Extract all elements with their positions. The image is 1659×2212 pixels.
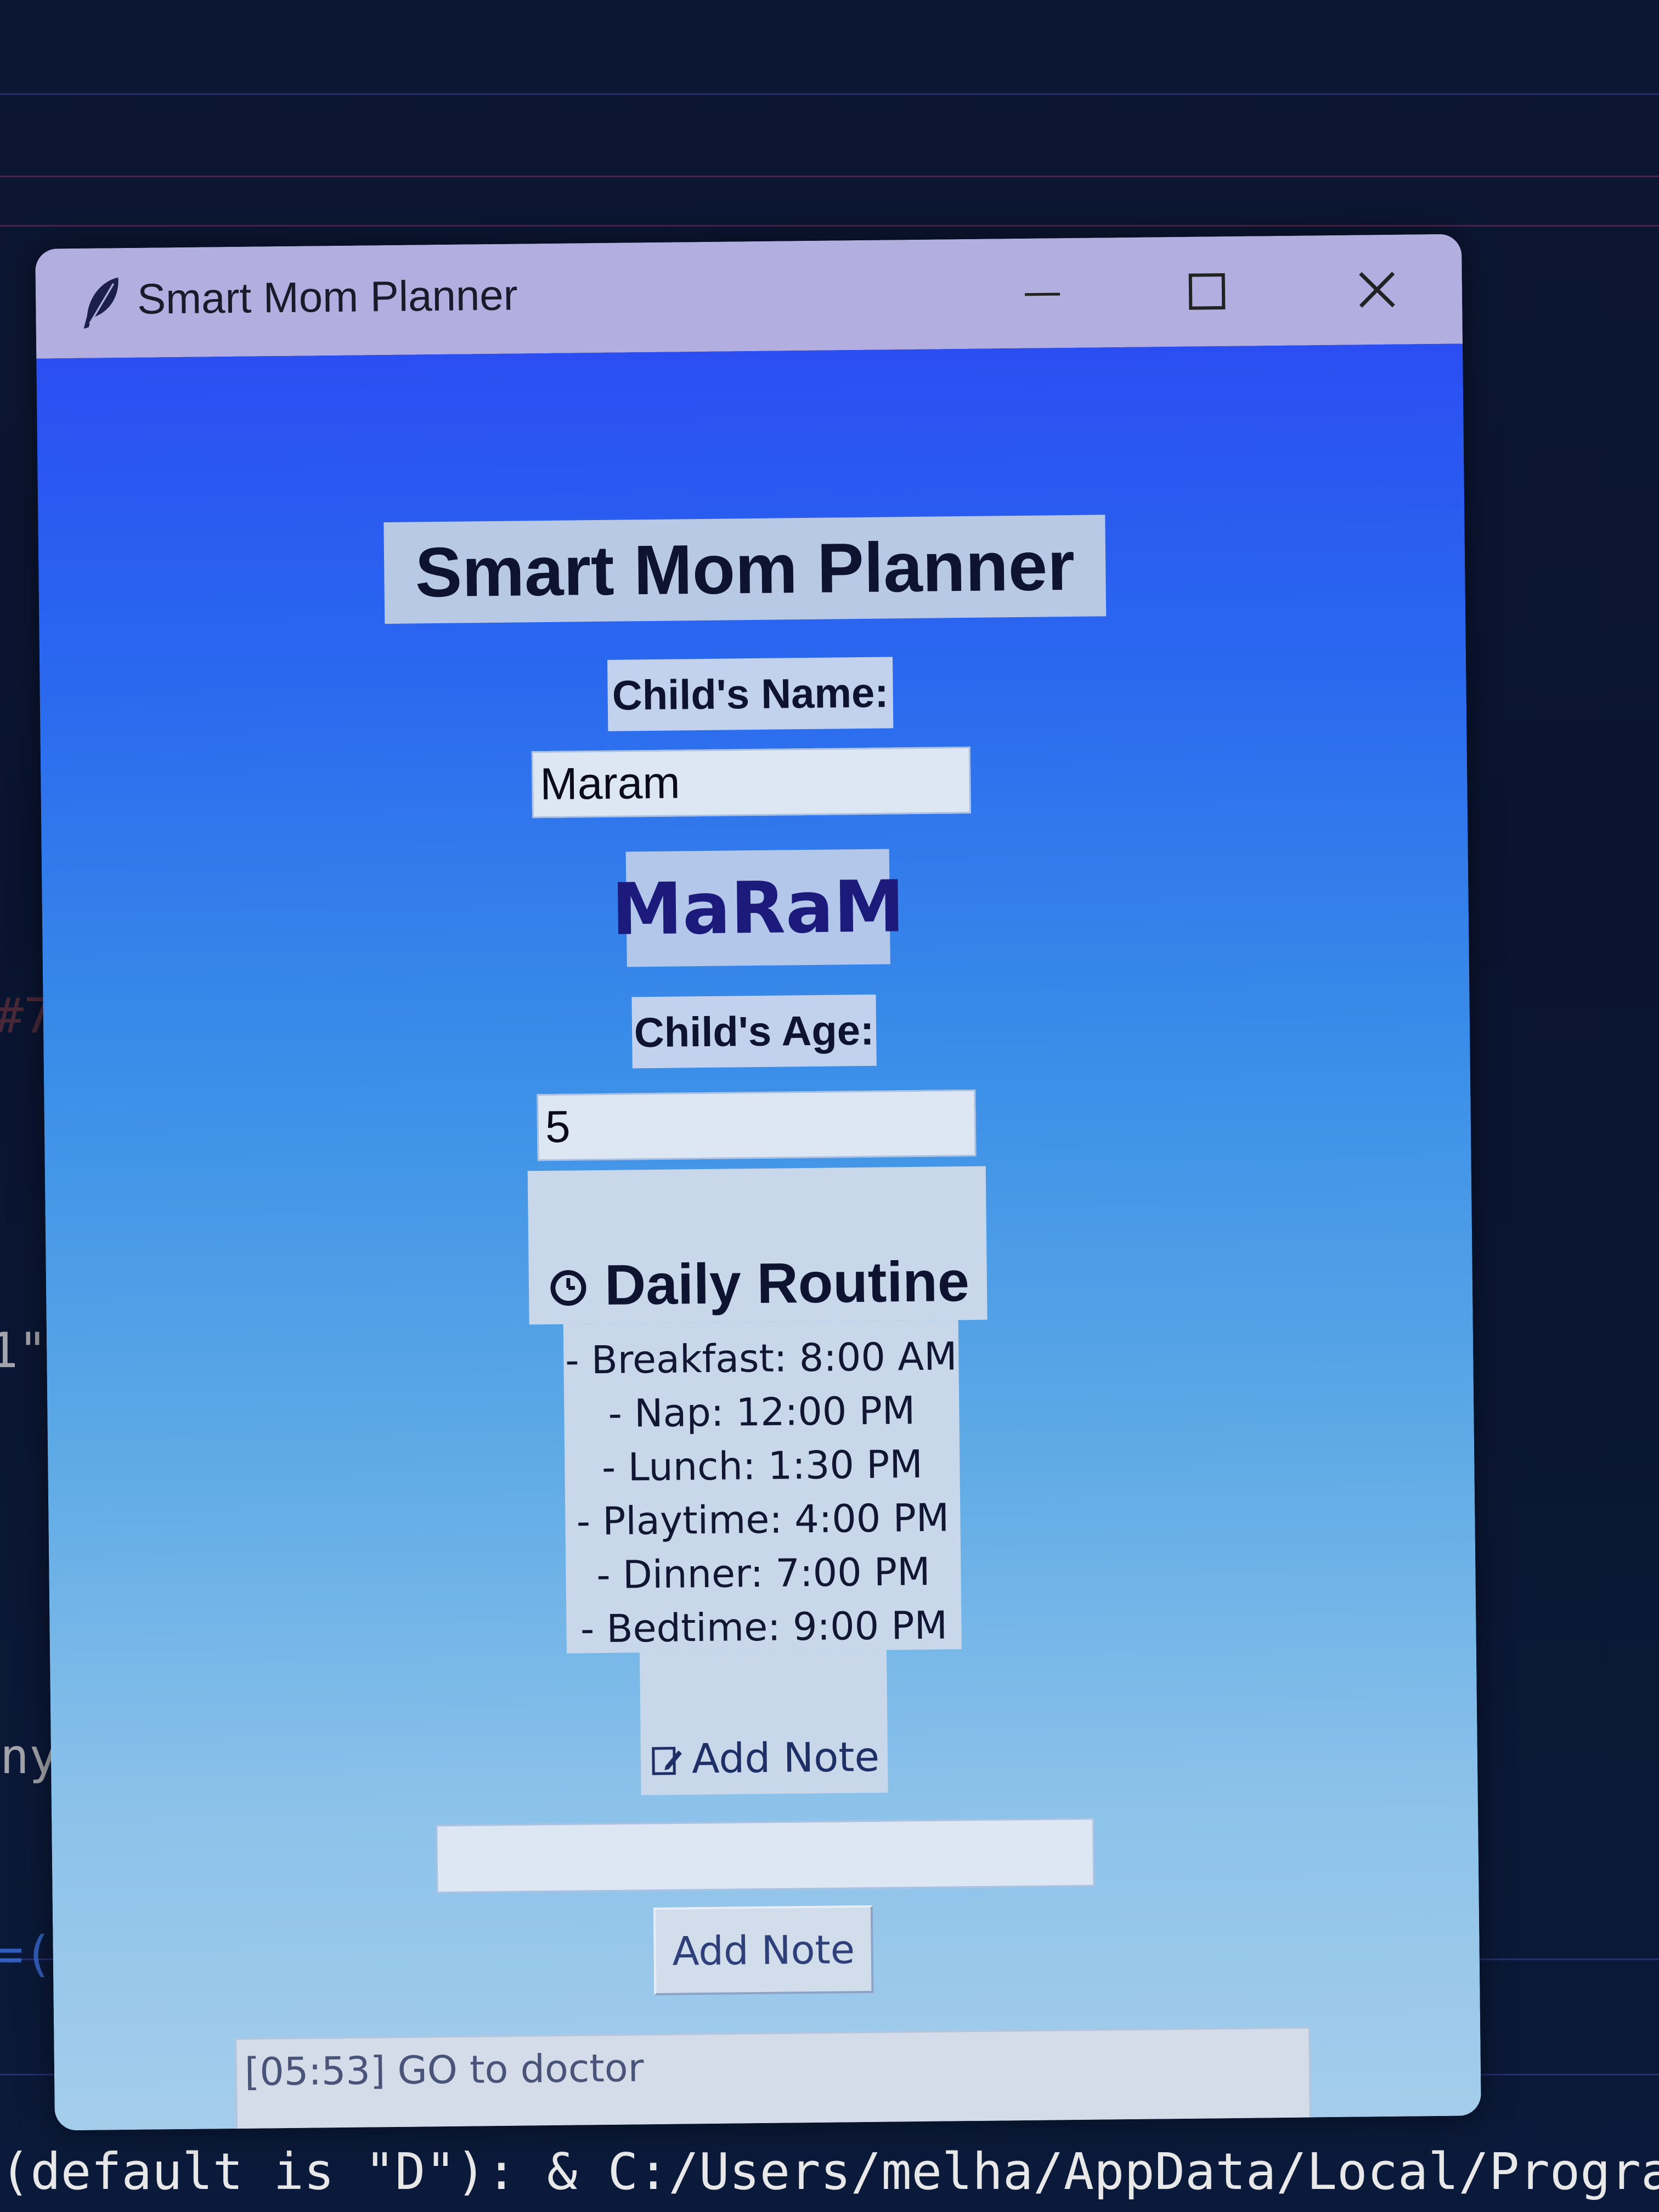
child-name-display: MaRaM bbox=[611, 849, 905, 967]
routine-title: Daily Routine bbox=[528, 1243, 987, 1325]
maximize-icon bbox=[1188, 273, 1226, 310]
routine-item: - Bedtime: 9:00 PM bbox=[580, 1602, 948, 1652]
routine-list: - Breakfast: 8:00 AM - Nap: 12:00 PM - L… bbox=[563, 1320, 962, 1654]
minimize-icon bbox=[1025, 292, 1060, 296]
add-note-button[interactable]: Add Note bbox=[653, 1905, 874, 1996]
app-heading: Smart Mom Planner bbox=[383, 515, 1107, 624]
ide-code-fragment: ny bbox=[0, 1728, 58, 1785]
screen-moire-line bbox=[0, 176, 1659, 177]
routine-item: - Playtime: 4:00 PM bbox=[576, 1495, 950, 1544]
screen-moire-line bbox=[0, 93, 1659, 95]
child-age-label: Child's Age: bbox=[631, 994, 877, 1069]
window-titlebar[interactable]: Smart Mom Planner bbox=[35, 234, 1463, 359]
terminal-output-line: (default is "D"): & C:/Users/melha/AppDa… bbox=[0, 2142, 1659, 2201]
ide-code-fragment: 1" bbox=[0, 1322, 47, 1379]
ide-code-fragment: =( bbox=[0, 1926, 53, 1982]
routine-item: - Dinner: 7:00 PM bbox=[596, 1549, 930, 1598]
add-note-label-text: Add Note bbox=[691, 1733, 880, 1783]
routine-item: - Lunch: 1:30 PM bbox=[601, 1441, 923, 1491]
note-input[interactable] bbox=[436, 1818, 1095, 1894]
notes-log[interactable]: [05:53] GO to doctor bbox=[235, 2027, 1312, 2131]
minimize-button[interactable] bbox=[1001, 255, 1084, 332]
screen-moire-line bbox=[0, 225, 1659, 227]
feather-icon bbox=[83, 277, 119, 329]
add-note-label: Add Note bbox=[640, 1727, 888, 1790]
app-window: Smart Mom Planner Smart Mom Planner Chil… bbox=[35, 234, 1481, 2131]
routine-item: - Nap: 12:00 PM bbox=[608, 1388, 916, 1436]
routine-title-text: Daily Routine bbox=[604, 1249, 970, 1317]
memo-icon bbox=[652, 1747, 682, 1775]
close-icon bbox=[1359, 272, 1395, 308]
child-name-label: Child's Name: bbox=[607, 657, 894, 731]
routine-item: - Breakfast: 8:00 AM bbox=[565, 1334, 957, 1383]
maximize-button[interactable] bbox=[1165, 253, 1248, 331]
clock-icon bbox=[550, 1270, 586, 1306]
child-age-input[interactable]: 5 bbox=[537, 1089, 977, 1161]
child-name-input[interactable]: Maram bbox=[531, 746, 971, 819]
window-title: Smart Mom Planner bbox=[137, 270, 518, 323]
close-button[interactable] bbox=[1335, 251, 1418, 329]
